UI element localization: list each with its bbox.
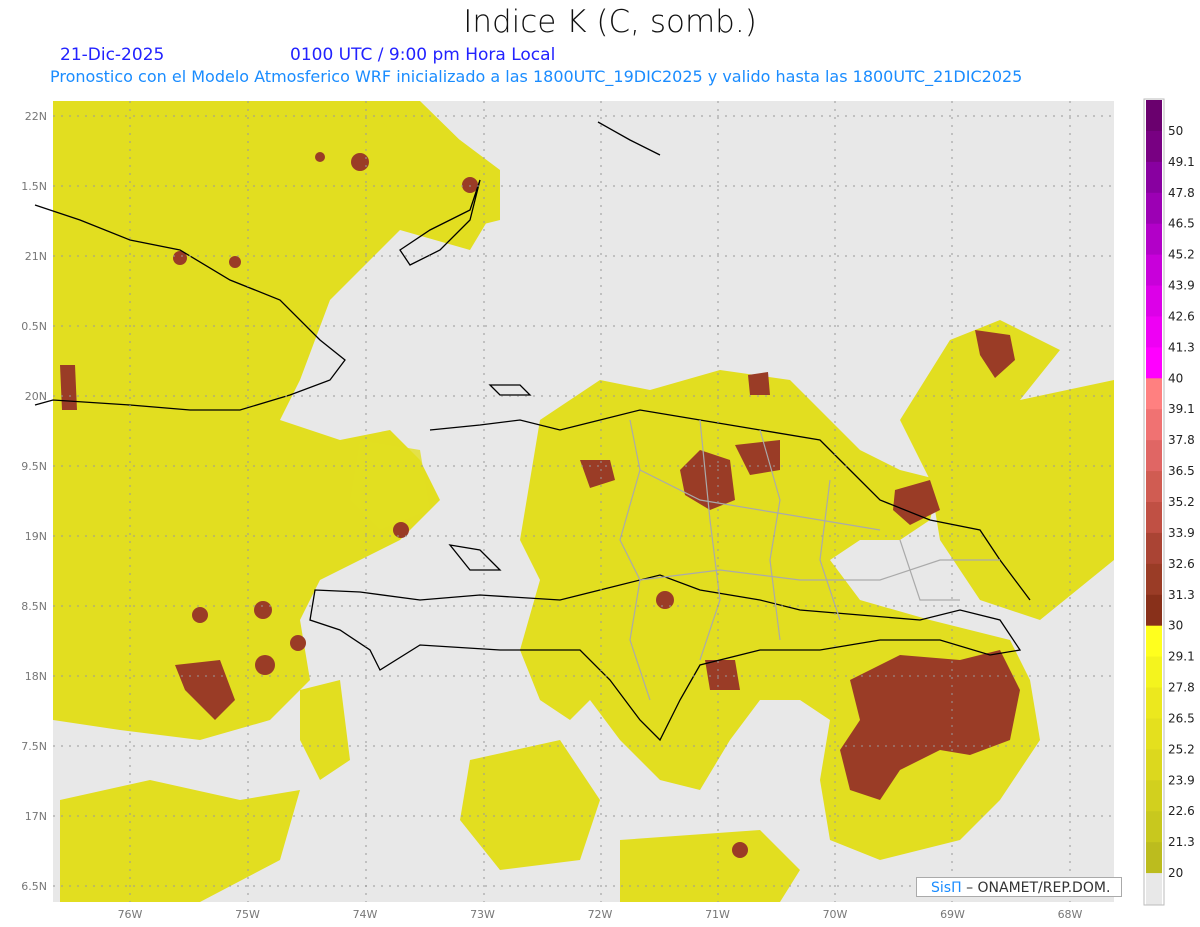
colorbar-swatch (1146, 687, 1162, 719)
colorbar-swatch (1146, 625, 1162, 658)
colorbar-swatch (1146, 192, 1162, 225)
lon-label: 69W (940, 908, 965, 921)
colorbar-swatch (1146, 502, 1162, 534)
model-subtitle: Pronostico con el Modelo Atmosferico WRF… (50, 67, 1023, 86)
colorbar-label: 36.5 (1168, 464, 1195, 478)
lat-label: 9.5N (21, 460, 47, 473)
colorbar-swatch (1146, 161, 1162, 194)
colorbar-label: 26.5 (1168, 711, 1195, 725)
colorbar-label: 45.2 (1168, 248, 1195, 262)
lon-label: 71W (705, 908, 730, 921)
colorbar-swatch (1146, 563, 1162, 596)
colorbar-label: 43.9 (1168, 279, 1195, 293)
colorbar-swatch (1146, 471, 1162, 503)
lat-label: 19N (25, 530, 47, 543)
colorbar-swatch (1146, 254, 1162, 287)
colorbar-label: 40 (1168, 371, 1183, 385)
colorbar-swatch (1146, 316, 1162, 348)
longitude-labels: 76W 75W 74W 73W 72W 71W 70W 69W 68W (118, 908, 1083, 921)
lat-label: 6.5N (21, 880, 47, 893)
lon-label: 75W (235, 908, 260, 921)
colorbar-swatch (1146, 378, 1162, 410)
lat-label: 18N (25, 670, 47, 683)
colorbar-label: 37.8 (1168, 433, 1195, 447)
colorbar-swatch (1146, 130, 1162, 163)
colorbar-swatch (1146, 873, 1162, 905)
colorbar-swatch (1146, 656, 1162, 689)
colorbar-label: 33.9 (1168, 526, 1195, 540)
colorbar-swatch (1146, 347, 1162, 379)
colorbar-swatch (1146, 842, 1162, 874)
lat-label: 20N (25, 390, 47, 403)
colorbar-label: 42.6 (1168, 309, 1195, 323)
colorbar-label: 39.1 (1168, 402, 1195, 416)
colorbar-label: 25.2 (1168, 742, 1195, 756)
colorbar-swatch (1146, 409, 1162, 441)
lon-label: 74W (353, 908, 378, 921)
lon-label: 73W (470, 908, 495, 921)
colorbar-swatch (1146, 718, 1162, 750)
lat-label: 0.5N (21, 320, 47, 333)
colorbar-swatch (1146, 100, 1162, 132)
colorbar-label: 20 (1168, 866, 1183, 880)
colorbar-swatch (1146, 811, 1162, 843)
latitude-labels: 22N 1.5N 21N 0.5N 20N 9.5N 19N 8.5N 18N 7.5N 17N 6.… (21, 110, 47, 893)
map-title: Indice K (C, somb.) (463, 4, 757, 40)
forecast-date: 21-Dic-2025 (60, 45, 165, 65)
lat-label: 8.5N (21, 600, 47, 613)
forecast-time: 0100 UTC / 9:00 pm Hora Local (290, 45, 556, 65)
lon-label: 70W (823, 908, 848, 921)
credit-box: SisΠ – ONAMET/REP.DOM. (916, 877, 1122, 897)
lon-label: 76W (118, 908, 143, 921)
colorbar-label: 31.3 (1168, 588, 1195, 602)
colorbar-label: 27.8 (1168, 681, 1195, 695)
colorbar-label: 41.3 (1168, 340, 1195, 354)
colorbar-label: 49.1 (1168, 155, 1195, 169)
colorbar-label: 23.9 (1168, 773, 1195, 787)
colorbar-label: 46.5 (1168, 217, 1195, 231)
colorbar-swatch (1146, 440, 1162, 472)
lat-label: 17N (25, 810, 47, 823)
colorbar-label: 21.3 (1168, 835, 1195, 849)
lat-label: 21N (25, 250, 47, 263)
lon-label: 72W (588, 908, 613, 921)
colorbar-swatch (1146, 594, 1162, 627)
lon-label: 68W (1058, 908, 1083, 921)
colorbar-label: 30 (1168, 619, 1183, 633)
map-canvas: 76W 75W 74W 73W 72W 71W 70W 69W 68W 22N 1.5N 21N 0.… (21, 98, 1195, 921)
colorbar-label: 47.8 (1168, 186, 1195, 200)
colorbar-label: 35.2 (1168, 495, 1195, 509)
colorbar-label: 32.6 (1168, 557, 1195, 571)
lat-label: 1.5N (21, 180, 47, 193)
colorbar-swatch (1146, 285, 1162, 317)
sispi-logo: SisΠ (931, 880, 962, 896)
colorbar-label: 22.6 (1168, 804, 1195, 818)
colorbar-swatch (1146, 532, 1162, 565)
colorbar-label: 50 (1168, 124, 1183, 138)
colorbar-legend: 50 49.1 47.8 46.5 45.2 43.9 42.6 41.3 40 39.1 37.8… (1143, 98, 1195, 906)
colorbar-swatch (1146, 780, 1162, 812)
credit-text: – ONAMET/REP.DOM. (966, 880, 1111, 896)
lat-label: 22N (25, 110, 47, 123)
colorbar-swatch (1146, 223, 1162, 256)
lat-label: 7.5N (21, 740, 47, 753)
colorbar-label: 29.1 (1168, 650, 1195, 664)
colorbar-swatch (1146, 749, 1162, 781)
